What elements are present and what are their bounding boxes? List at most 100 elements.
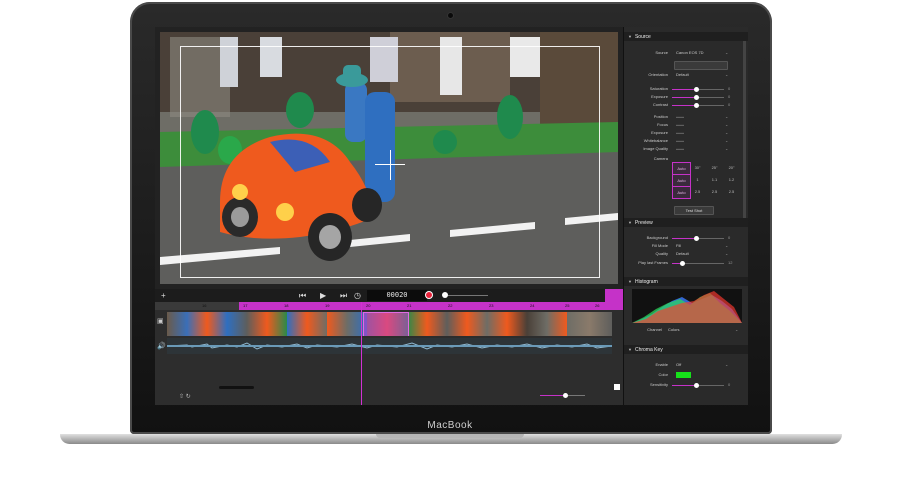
position-label: Position — [653, 114, 668, 119]
video-track[interactable] — [167, 312, 612, 336]
dropdown-caret-icon: ⌄ — [725, 138, 729, 143]
chroma-color-swatch[interactable] — [676, 372, 691, 378]
record-button[interactable] — [426, 292, 432, 298]
section-title: Chroma Key — [634, 347, 663, 353]
section-title: Histogram — [634, 279, 658, 285]
exposure-label: Exposure — [651, 94, 668, 99]
contrast-slider[interactable] — [672, 103, 724, 108]
frame-thumbnail[interactable] — [407, 312, 448, 336]
orientation-value[interactable]: Default — [676, 72, 689, 78]
clock-icon[interactable]: ◷ — [354, 290, 361, 301]
enable-value[interactable]: Off — [676, 362, 681, 368]
play-icon[interactable]: ▶ — [320, 290, 326, 301]
ruler-label: 16 — [202, 303, 207, 308]
source-label: Source — [655, 50, 668, 55]
play-last-frames-label: Play last Frames — [638, 260, 668, 265]
camera-cell[interactable]: 30" — [689, 162, 706, 173]
timeline-ruler[interactable]: 16 17 18 19 20 21 22 23 24 25 26 — [155, 302, 605, 310]
playhead[interactable] — [361, 302, 362, 405]
video-track-icon: ▣ — [157, 318, 164, 325]
background-value: 0 — [728, 235, 731, 240]
focus-label: Focus — [657, 122, 668, 127]
position-value[interactable]: ▬▬ — [676, 114, 684, 120]
disclosure-triangle-icon[interactable]: ▼ — [628, 345, 632, 354]
device-brand-label: MacBook — [427, 420, 473, 431]
whitebalance-value[interactable]: ▬▬ — [676, 138, 684, 144]
audio-waveform — [166, 342, 613, 350]
frame-thumbnail[interactable] — [167, 312, 208, 336]
play-last-frames-slider[interactable] — [672, 261, 724, 266]
preview-viewer[interactable] — [155, 27, 623, 289]
ruler-label: 19 — [325, 303, 330, 308]
timeline-settings-button[interactable] — [605, 289, 623, 310]
channel-value[interactable]: Colors — [668, 327, 680, 333]
frame-thumbnail[interactable] — [207, 312, 248, 336]
saturation-slider[interactable] — [672, 87, 724, 92]
camera-cell[interactable]: 1 — [689, 174, 706, 185]
frame-thumbnail[interactable] — [487, 312, 528, 336]
settings-button[interactable] — [674, 61, 728, 70]
camera-cell[interactable]: 25" — [706, 162, 723, 173]
inspector-scrollbar[interactable] — [743, 37, 746, 227]
camera-cell[interactable]: 2.5 — [689, 186, 706, 197]
disclosure-triangle-icon[interactable]: ▼ — [628, 218, 632, 227]
exposure-slider[interactable] — [672, 95, 724, 100]
ruler-label: 21 — [407, 303, 412, 308]
focus-value[interactable]: ▬▬ — [676, 122, 684, 128]
camera-cell[interactable]: 1.2 — [723, 174, 740, 185]
frame-thumbnail[interactable] — [247, 312, 288, 336]
fill-mode-value[interactable]: Fill — [676, 243, 681, 249]
timeline[interactable]: 16 17 18 19 20 21 22 23 24 25 26 ▣ 🔊 ⇧ ↻ — [155, 289, 623, 405]
playback-speed-knob[interactable] — [442, 292, 448, 298]
camera-cell[interactable]: 1.1 — [706, 174, 723, 185]
source-value[interactable]: Canon EOS 7D — [676, 50, 704, 56]
selected-frames[interactable] — [363, 312, 409, 336]
share-icon[interactable]: ⇧ ↻ — [179, 393, 191, 400]
color-label: Color — [658, 372, 668, 377]
section-preview[interactable]: ▼ Preview — [624, 218, 748, 227]
add-icon[interactable]: + — [161, 290, 166, 301]
dropdown-caret-icon: ⌄ — [725, 50, 729, 55]
skip-forward-icon[interactable]: ⏭ — [340, 290, 347, 301]
test-shot-button[interactable]: Test Shot — [674, 206, 714, 215]
frame-thumbnail[interactable] — [287, 312, 328, 336]
disclosure-triangle-icon[interactable]: ▼ — [628, 277, 632, 286]
zoom-slider-fill — [540, 395, 565, 396]
skip-back-icon[interactable]: ⏮ — [299, 290, 306, 301]
dropdown-caret-icon: ⌄ — [725, 146, 729, 151]
contrast-label: Contrast — [652, 102, 668, 107]
camera-cell[interactable]: 2.5 — [706, 186, 723, 197]
contrast-value: 0 — [728, 102, 731, 107]
exposure-mode-value[interactable]: ▬▬ — [676, 130, 684, 136]
dropdown-caret-icon: ⌄ — [725, 130, 729, 135]
ruler-selection[interactable] — [239, 302, 605, 310]
quality-value[interactable]: Default — [676, 251, 689, 257]
section-title: Preview — [634, 220, 653, 226]
image-quality-label: Image Quality — [643, 146, 668, 151]
timeline-end-marker[interactable] — [614, 384, 620, 390]
section-histogram[interactable]: ▼ Histogram — [624, 277, 748, 286]
image-quality-value[interactable]: ▬▬ — [676, 146, 684, 152]
app-window: + ⏮ ▶ ⏭ ◷ 00020 16 17 18 19 20 21 22 23 … — [155, 27, 748, 405]
ruler-label: 25 — [565, 303, 570, 308]
focus-crosshair-v — [390, 150, 391, 180]
background-slider[interactable] — [672, 236, 724, 241]
audio-track-icon: 🔊 — [157, 343, 166, 350]
sensitivity-slider[interactable] — [672, 383, 724, 388]
exposure-mode-label: Exposure — [651, 130, 668, 135]
section-source[interactable]: ▼ Source — [624, 32, 748, 41]
frame-thumbnail[interactable] — [527, 312, 568, 336]
ruler-label: 26 — [595, 303, 600, 308]
frame-thumbnail[interactable] — [447, 312, 488, 336]
section-chroma-key[interactable]: ▼ Chroma Key — [624, 345, 748, 354]
background-label: Background — [646, 235, 668, 240]
zoom-slider-knob[interactable] — [563, 393, 568, 398]
inspector-panel: ▼ Source Source Canon EOS 7D ⌄ Orientatio… — [623, 27, 748, 405]
camera-cell[interactable]: 20" — [723, 162, 740, 173]
camera-cell[interactable]: 2.5 — [723, 186, 740, 197]
disclosure-triangle-icon[interactable]: ▼ — [628, 32, 632, 41]
sensitivity-value: 0 — [728, 382, 731, 387]
timeline-scrollbar[interactable] — [219, 386, 254, 389]
frame-thumbnail[interactable] — [567, 312, 612, 336]
audio-track[interactable] — [166, 338, 613, 354]
